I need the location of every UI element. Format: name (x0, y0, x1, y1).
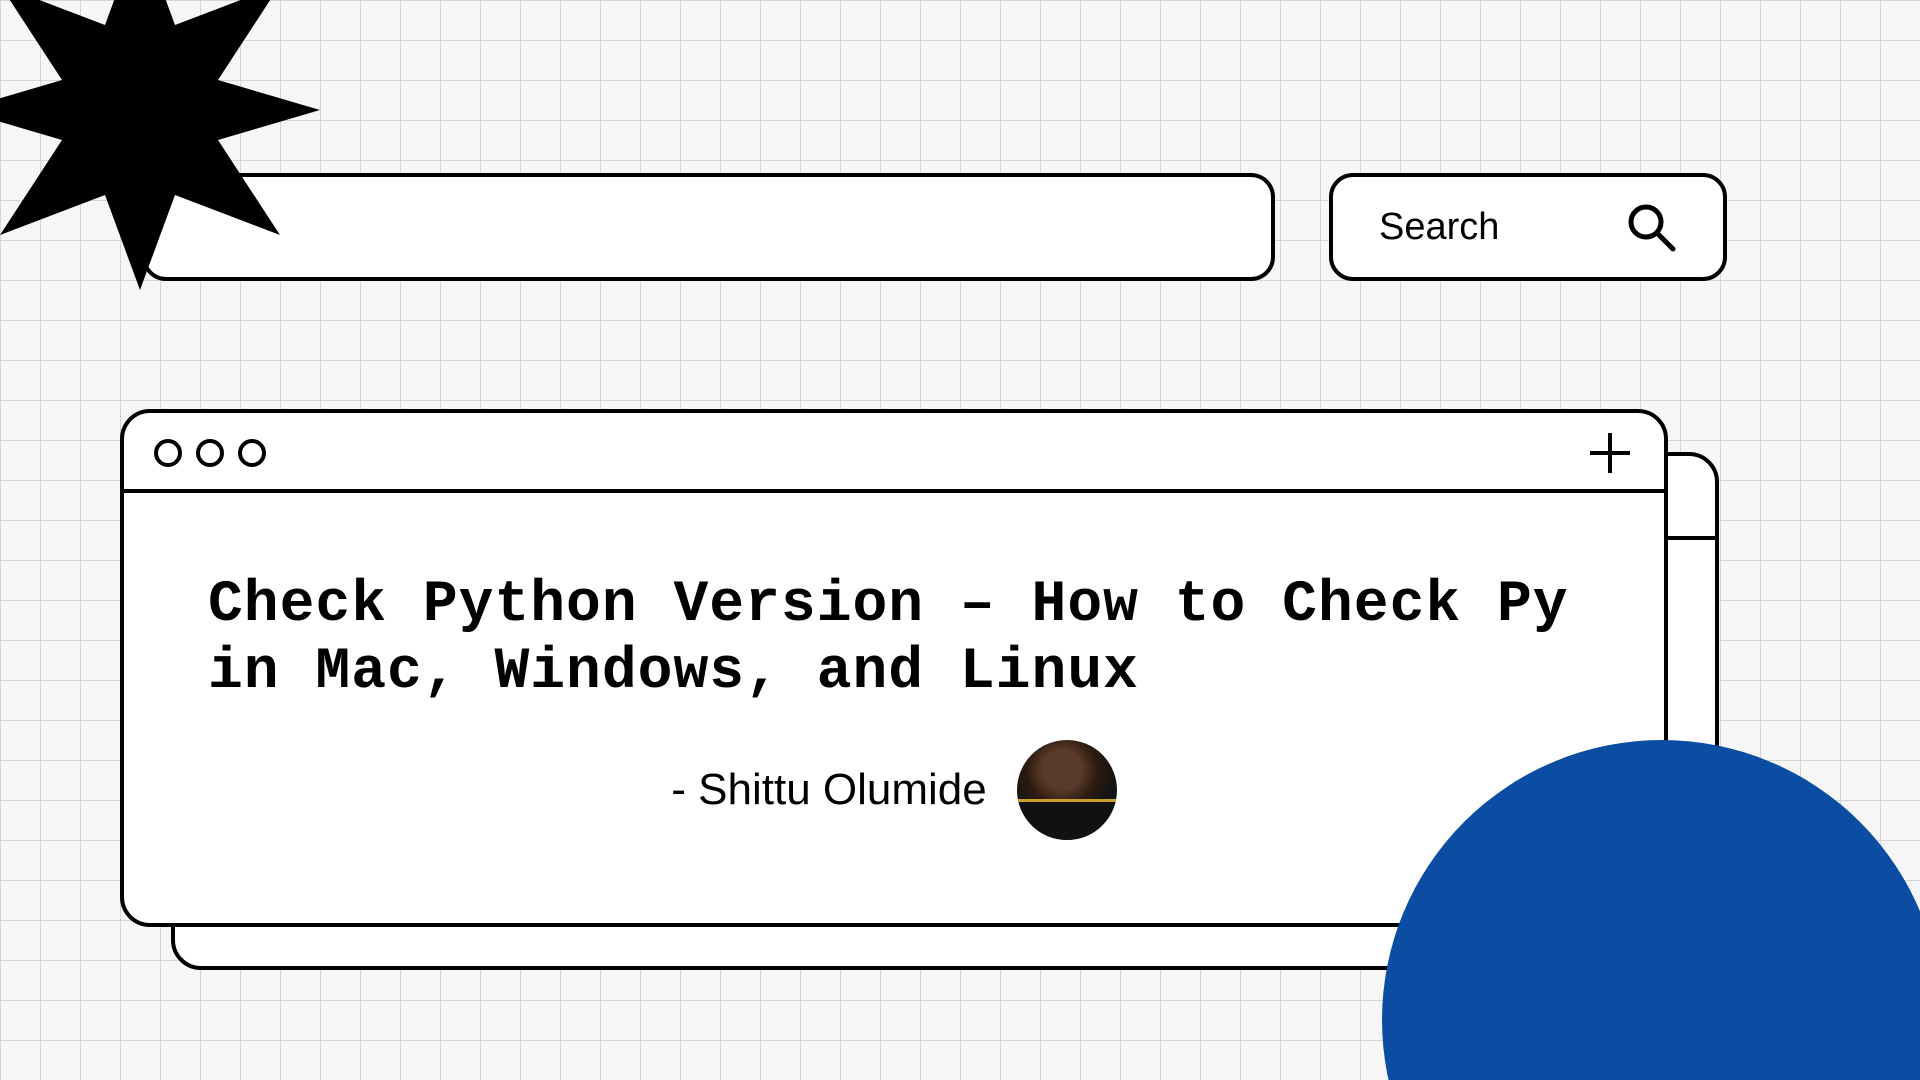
new-tab-icon[interactable] (1590, 433, 1630, 473)
byline-prefix: - (671, 765, 698, 814)
article-title: Check Python Version – How to Check Py i… (208, 573, 1580, 706)
article-content: Check Python Version – How to Check Py i… (208, 573, 1580, 840)
byline-row: - Shittu Olumide (208, 740, 1580, 840)
article-byline: - Shittu Olumide (671, 765, 986, 815)
window-dot (196, 439, 224, 467)
search-label: Search (1379, 206, 1499, 249)
traffic-lights (154, 439, 266, 467)
search-icon (1625, 201, 1677, 253)
search-box[interactable]: Search (1329, 173, 1727, 281)
author-name: Shittu Olumide (698, 765, 987, 814)
window-divider (124, 489, 1664, 493)
window-dot (238, 439, 266, 467)
window-dot (154, 439, 182, 467)
author-avatar (1017, 740, 1117, 840)
starburst-decoration (0, 0, 320, 290)
browser-window-front: Check Python Version – How to Check Py i… (120, 409, 1668, 927)
